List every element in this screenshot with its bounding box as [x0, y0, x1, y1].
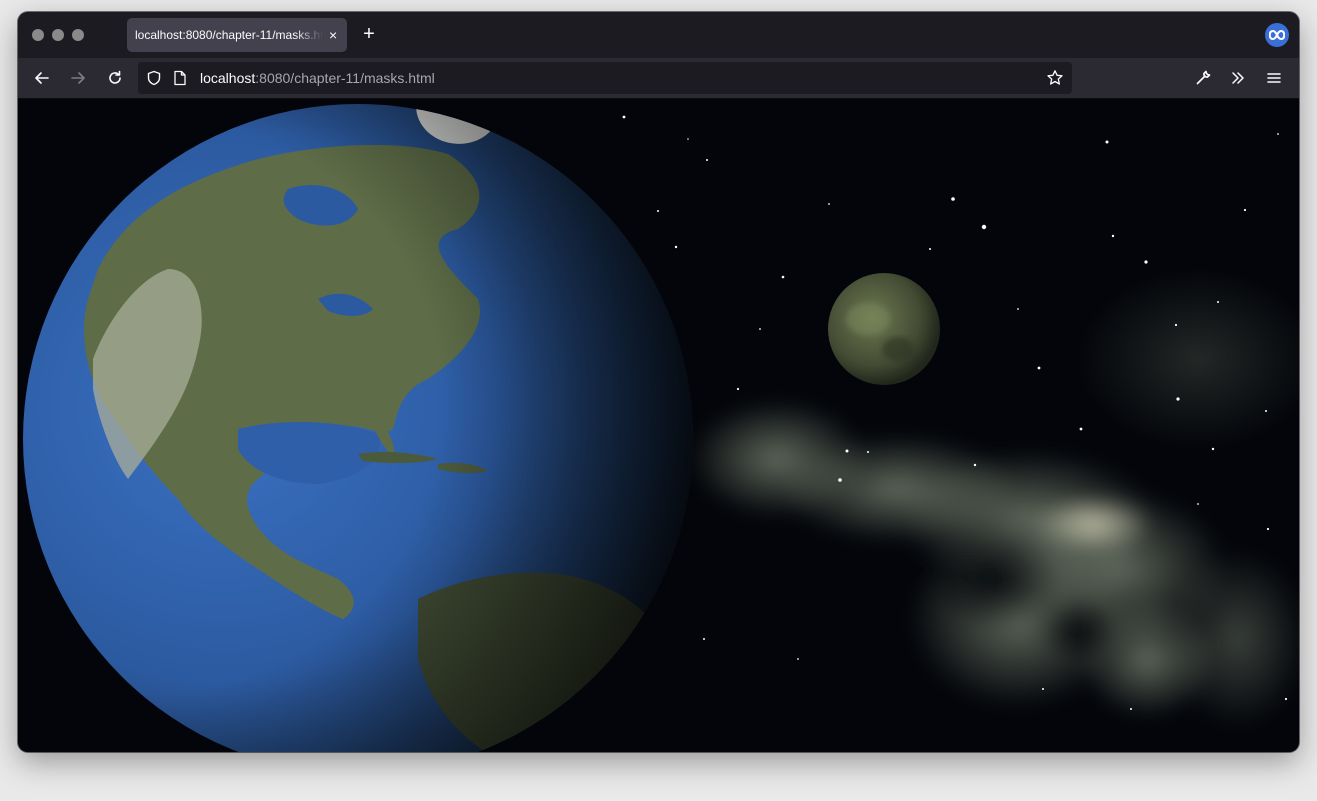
wrench-icon — [1195, 70, 1211, 86]
hamburger-menu-icon — [1266, 70, 1282, 86]
close-window-button[interactable] — [32, 29, 44, 41]
back-arrow-icon — [34, 70, 50, 86]
tab-active[interactable]: localhost:8080/chapter-11/masks.html × — [127, 18, 347, 52]
url-host: localhost — [200, 70, 256, 86]
profile-button[interactable] — [1265, 23, 1289, 47]
page-icon[interactable] — [173, 70, 187, 86]
url-bar[interactable]: localhost:8080/chapter-11/masks.html — [138, 62, 1072, 94]
close-tab-icon[interactable]: × — [329, 28, 337, 42]
minimize-window-button[interactable] — [52, 29, 64, 41]
reload-button[interactable] — [103, 66, 127, 90]
url-path: :8080/chapter-11/masks.html — [255, 70, 435, 86]
tab-title: localhost:8080/chapter-11/masks.html — [135, 28, 323, 42]
shield-icon[interactable] — [146, 70, 162, 86]
back-button[interactable] — [30, 66, 54, 90]
browser-window: localhost:8080/chapter-11/masks.html × + — [18, 12, 1299, 752]
app-menu-button[interactable] — [1262, 66, 1286, 90]
chevron-double-right-icon — [1230, 70, 1246, 86]
star-icon[interactable] — [1046, 69, 1064, 87]
space-scene — [23, 104, 1299, 752]
overflow-button[interactable] — [1226, 66, 1250, 90]
infinity-icon — [1269, 30, 1285, 40]
webgl-canvas[interactable] — [18, 99, 1299, 752]
new-tab-button[interactable]: + — [359, 24, 379, 44]
moon — [828, 273, 940, 385]
url-text[interactable]: localhost:8080/chapter-11/masks.html — [200, 70, 435, 86]
nebula-haze — [1078, 269, 1299, 449]
zoom-window-button[interactable] — [72, 29, 84, 41]
forward-button[interactable] — [66, 66, 90, 90]
tab-strip: localhost:8080/chapter-11/masks.html × + — [18, 12, 1299, 58]
forward-arrow-icon — [70, 70, 86, 86]
reload-icon — [107, 70, 123, 86]
tools-button[interactable] — [1191, 66, 1215, 90]
earth — [23, 104, 693, 752]
navigation-toolbar: localhost:8080/chapter-11/masks.html — [18, 58, 1299, 99]
